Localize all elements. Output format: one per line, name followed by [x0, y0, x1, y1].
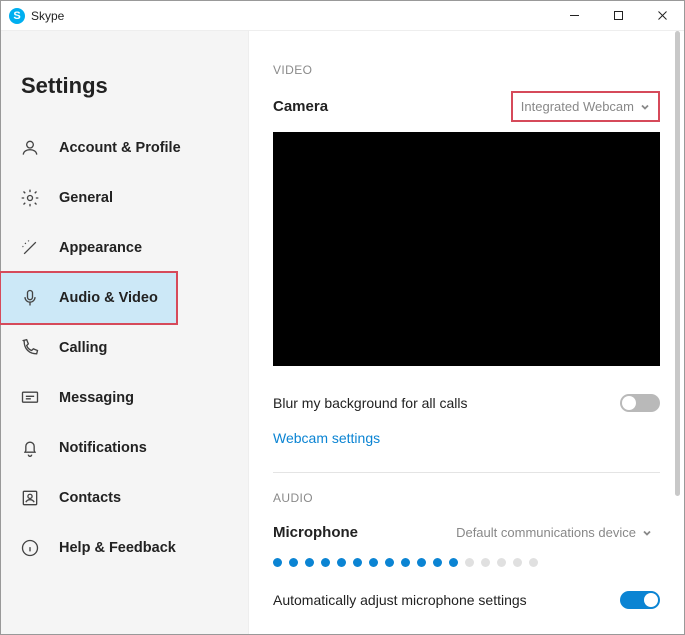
microphone-label: Microphone: [273, 524, 358, 541]
mic-level-dot: [369, 558, 378, 567]
mic-level-dot: [289, 558, 298, 567]
sidebar-item-label: Appearance: [59, 240, 142, 256]
blur-background-toggle[interactable]: [620, 394, 660, 412]
camera-preview: [273, 132, 660, 366]
sidebar-item-label: Notifications: [59, 440, 147, 456]
mic-level-dot: [433, 558, 442, 567]
contacts-icon: [19, 487, 41, 509]
auto-adjust-label: Automatically adjust microphone settings: [273, 592, 527, 608]
sidebar-item-general[interactable]: General: [1, 173, 248, 223]
mic-level-dot: [417, 558, 426, 567]
person-icon: [19, 137, 41, 159]
sidebar-item-calling[interactable]: Calling: [1, 323, 248, 373]
settings-sidebar: Settings Account & Profile General Appea…: [1, 31, 249, 634]
skype-logo-icon: S: [9, 8, 25, 24]
camera-value: Integrated Webcam: [521, 99, 634, 114]
bell-icon: [19, 437, 41, 459]
settings-content: VIDEO Camera Integrated Webcam Blur my b…: [249, 31, 684, 634]
mic-level-dot: [465, 558, 474, 567]
sidebar-item-label: Audio & Video: [59, 290, 158, 306]
mic-level-dot: [449, 558, 458, 567]
camera-label: Camera: [273, 98, 328, 115]
wand-icon: [19, 237, 41, 259]
sidebar-item-notifications[interactable]: Notifications: [1, 423, 248, 473]
content-scrollbar[interactable]: [675, 31, 680, 496]
mic-level-dot: [481, 558, 490, 567]
sidebar-item-account[interactable]: Account & Profile: [1, 123, 248, 173]
divider: [273, 472, 660, 473]
sidebar-title: Settings: [1, 73, 248, 123]
mic-level-dot: [401, 558, 410, 567]
sidebar-item-label: Contacts: [59, 490, 121, 506]
mic-level-dot: [337, 558, 346, 567]
mic-level-dot: [305, 558, 314, 567]
mic-level-dot: [385, 558, 394, 567]
sidebar-item-label: Calling: [59, 340, 107, 356]
microphone-level-meter: [273, 558, 660, 567]
sidebar-item-label: Messaging: [59, 390, 134, 406]
window-minimize-button[interactable]: [552, 1, 596, 30]
sidebar-item-messaging[interactable]: Messaging: [1, 373, 248, 423]
window-title: Skype: [31, 9, 552, 23]
audio-section-label: AUDIO: [273, 491, 660, 505]
microphone-icon: [19, 287, 41, 309]
microphone-value: Default communications device: [456, 525, 636, 540]
sidebar-item-audio-video[interactable]: Audio & Video: [1, 273, 176, 323]
mic-level-dot: [513, 558, 522, 567]
camera-dropdown[interactable]: Integrated Webcam: [511, 91, 660, 122]
mic-level-dot: [353, 558, 362, 567]
sidebar-item-label: General: [59, 190, 113, 206]
chevron-down-icon: [642, 528, 652, 538]
gear-icon: [19, 187, 41, 209]
window-close-button[interactable]: [640, 1, 684, 30]
mic-level-dot: [497, 558, 506, 567]
highlight-box-sidebar: Audio & Video: [0, 271, 178, 325]
sidebar-item-help[interactable]: Help & Feedback: [1, 523, 248, 573]
sidebar-item-label: Help & Feedback: [59, 540, 176, 556]
titlebar: S Skype: [1, 1, 684, 31]
mic-level-dot: [529, 558, 538, 567]
chevron-down-icon: [640, 102, 650, 112]
microphone-dropdown[interactable]: Default communications device: [448, 519, 660, 546]
sidebar-item-label: Account & Profile: [59, 140, 181, 156]
sidebar-item-appearance[interactable]: Appearance: [1, 223, 248, 273]
auto-adjust-toggle[interactable]: [620, 591, 660, 609]
blur-background-label: Blur my background for all calls: [273, 395, 468, 411]
mic-level-dot: [321, 558, 330, 567]
webcam-settings-link[interactable]: Webcam settings: [273, 430, 380, 446]
video-section-label: VIDEO: [273, 63, 660, 77]
sidebar-item-contacts[interactable]: Contacts: [1, 473, 248, 523]
window-maximize-button[interactable]: [596, 1, 640, 30]
info-icon: [19, 537, 41, 559]
phone-icon: [19, 337, 41, 359]
mic-level-dot: [273, 558, 282, 567]
message-icon: [19, 387, 41, 409]
